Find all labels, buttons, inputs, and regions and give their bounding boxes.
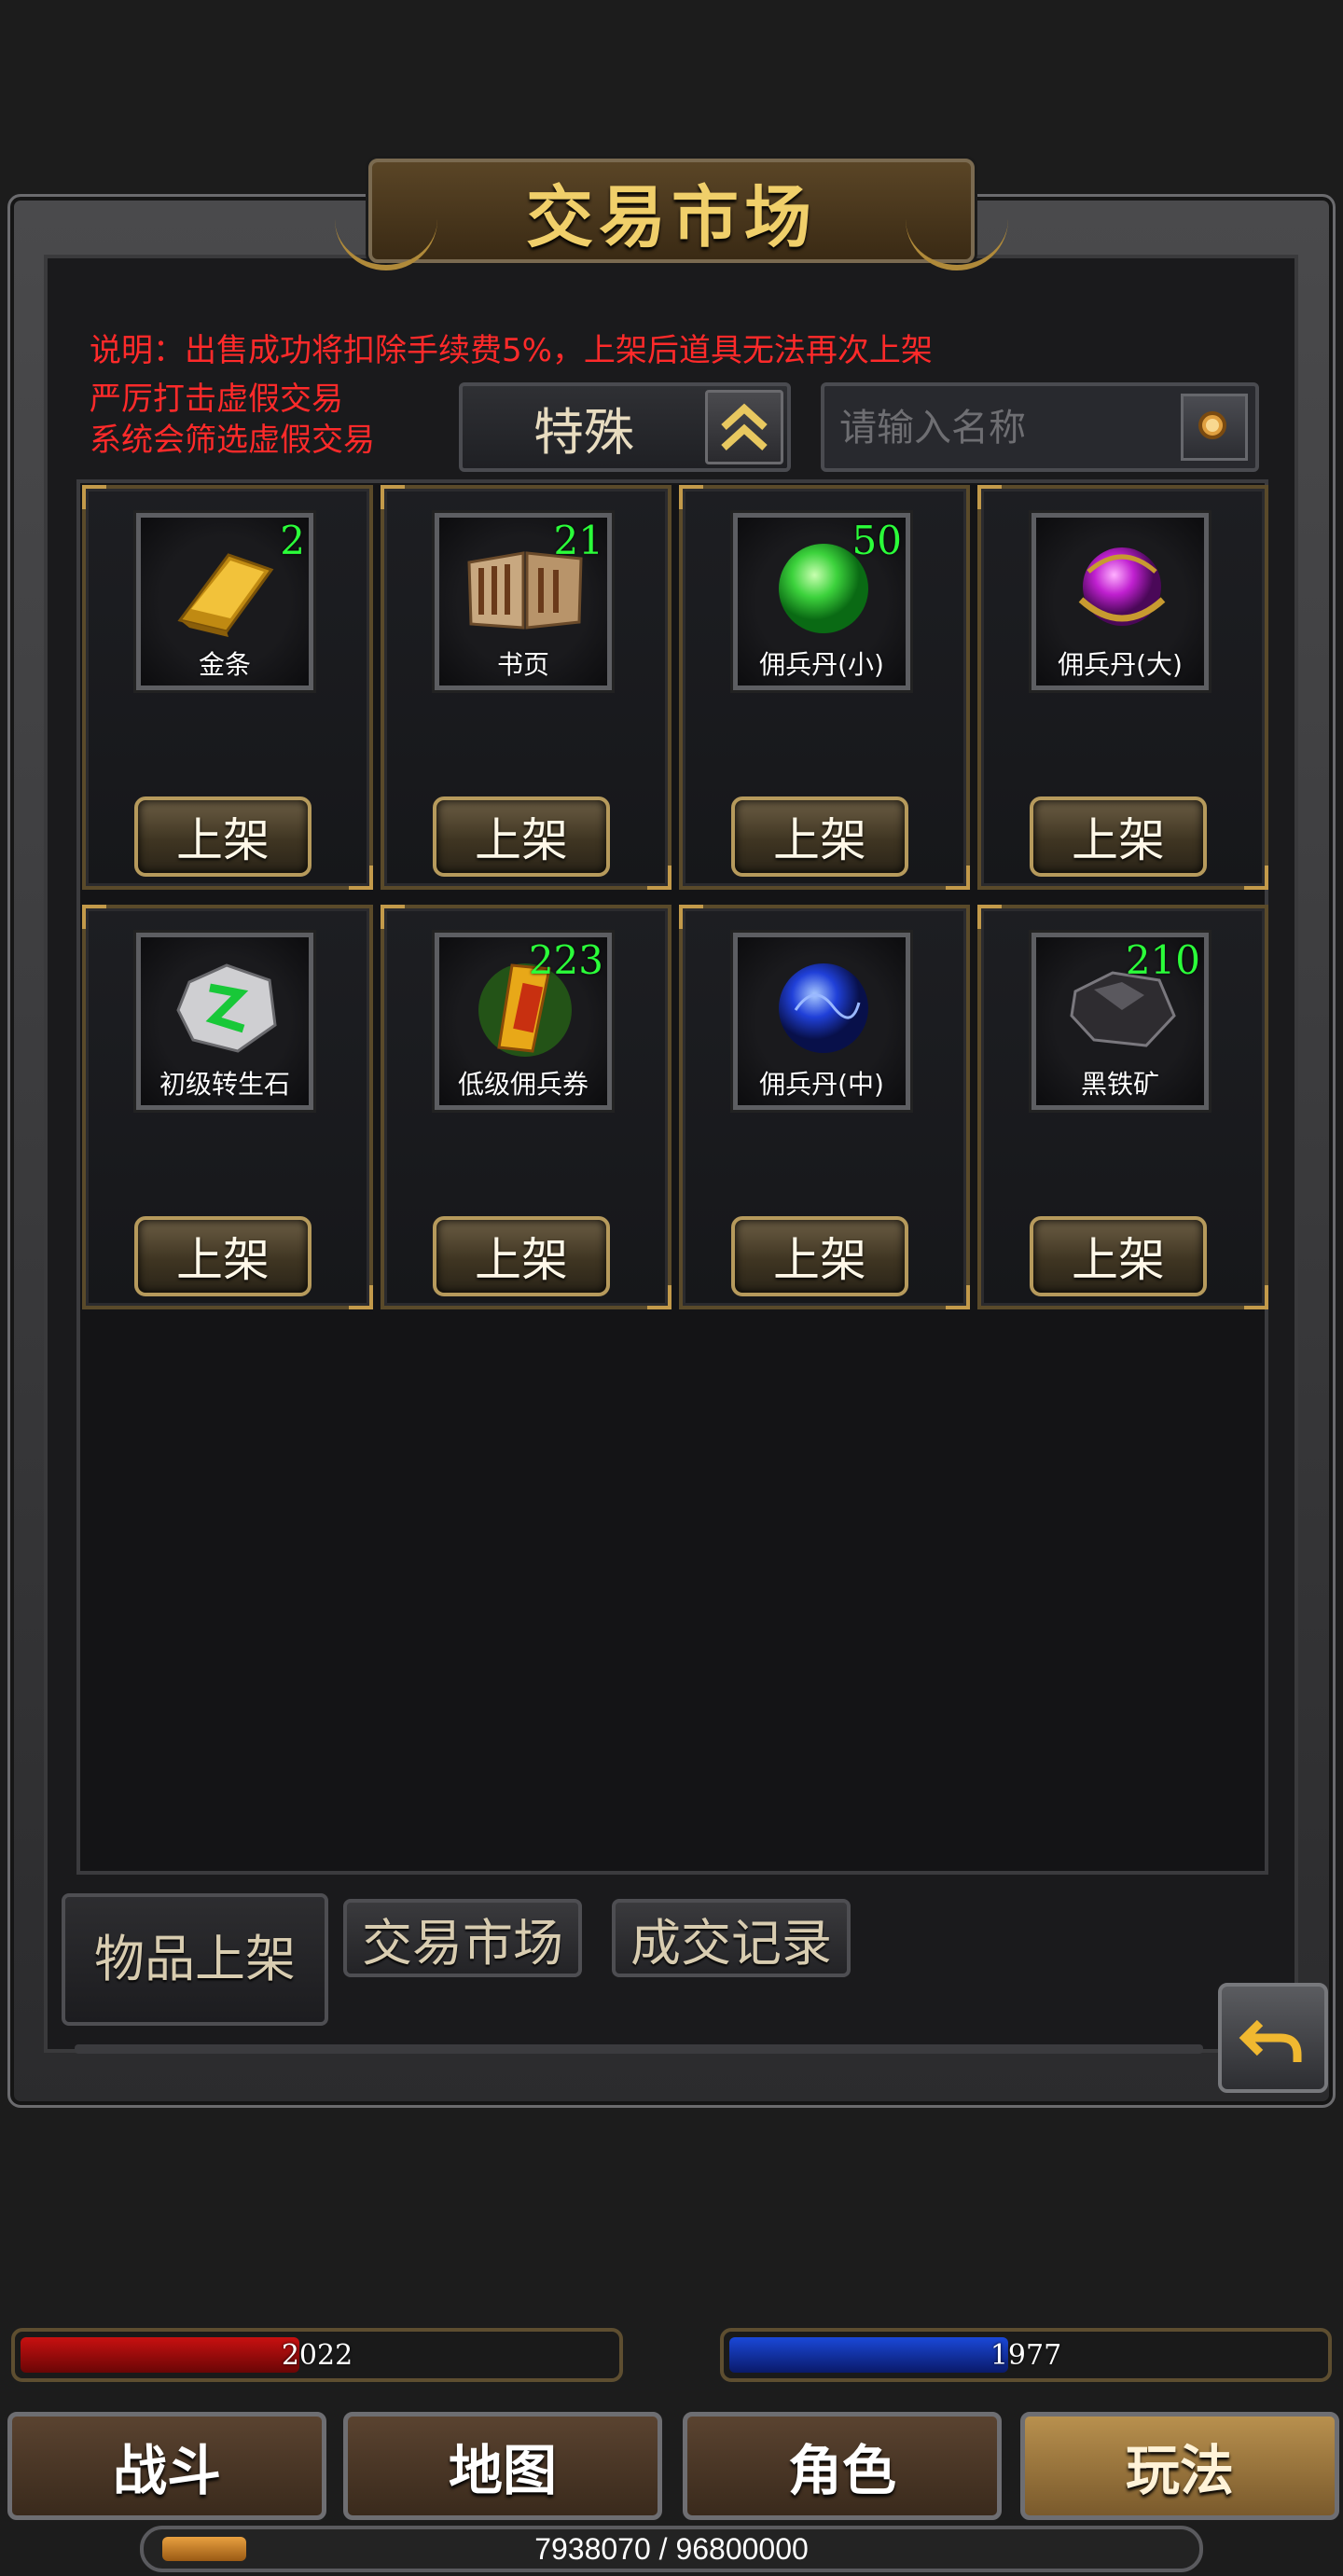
nav-gameplay-button[interactable]: 玩法 — [1020, 2412, 1339, 2520]
item-name: 黑铁矿 — [1080, 1069, 1159, 1100]
notice-warning: 严厉打击虚假交易 — [90, 381, 343, 418]
page-title: 交易市场 — [525, 176, 817, 256]
category-selected-label: 特殊 — [533, 402, 634, 462]
item-card: 佣兵丹(中) 上架 — [679, 905, 970, 1309]
mp-bar: 1977 — [720, 2328, 1332, 2382]
list-item-button[interactable]: 上架 — [731, 1216, 908, 1296]
search-box — [821, 382, 1259, 472]
search-icon — [1198, 411, 1226, 439]
search-button[interactable] — [1181, 394, 1248, 461]
item-name: 金条 — [198, 649, 251, 680]
item-slot[interactable]: 佣兵丹(大) — [1031, 513, 1209, 690]
list-item-button[interactable]: 上架 — [433, 796, 610, 877]
item-slot[interactable]: 初级转生石 — [136, 933, 313, 1110]
nav-map-button[interactable]: 地图 — [343, 2412, 662, 2520]
notice-fee: 说明：出售成功将扣除手续费5%，上架后道具无法再次上架 — [90, 332, 933, 369]
item-slot[interactable]: 21 书页 — [435, 513, 612, 690]
double-chevron-up-icon — [721, 403, 768, 450]
item-name: 佣兵丹(大) — [1058, 649, 1183, 680]
category-toggle-button[interactable] — [705, 390, 783, 464]
hp-bar: 2022 — [11, 2328, 623, 2382]
tab-trade-market[interactable]: 交易市场 — [343, 1899, 582, 1977]
search-input[interactable] — [838, 395, 1168, 461]
list-item-button[interactable]: 上架 — [433, 1216, 610, 1296]
notice-filter: 系统会筛选虚假交易 — [90, 422, 375, 459]
item-quantity: 2 — [280, 518, 305, 563]
item-slot[interactable]: 佣兵丹(中) — [733, 933, 910, 1110]
item-quantity: 223 — [528, 937, 603, 983]
item-card: 初级转生石 上架 — [82, 905, 373, 1309]
item-slot[interactable]: 210 黑铁矿 — [1031, 933, 1209, 1110]
item-card: 210 黑铁矿 上架 — [977, 905, 1268, 1309]
category-dropdown[interactable]: 特殊 — [459, 382, 791, 472]
list-item-button[interactable]: 上架 — [134, 1216, 312, 1296]
back-button[interactable] — [1218, 1983, 1328, 2093]
exp-bar: 7938070 / 96800000 — [140, 2526, 1203, 2572]
hp-value: 2022 — [281, 2338, 353, 2372]
item-card: 21 书页 上架 — [381, 485, 672, 890]
item-quantity: 50 — [851, 518, 902, 563]
tab-list-items[interactable]: 物品上架 — [62, 1893, 328, 2026]
exp-value: 7938070 / 96800000 — [534, 2531, 809, 2566]
item-name: 佣兵丹(小) — [759, 649, 884, 680]
tab-transaction-history[interactable]: 成交记录 — [612, 1899, 851, 1977]
item-name: 书页 — [496, 649, 549, 680]
item-grid: 2 金条 上架 21 书页 上架 50 佣兵丹(小) 上架 佣兵丹(大) 上架 … — [76, 479, 1268, 1875]
item-card: 2 金条 上架 — [82, 485, 373, 890]
item-card: 50 佣兵丹(小) 上架 — [679, 485, 970, 890]
item-slot[interactable]: 223 低级佣兵券 — [435, 933, 612, 1110]
mp-value: 1977 — [990, 2338, 1062, 2372]
item-card: 佣兵丹(大) 上架 — [977, 485, 1268, 890]
title-plate: 交易市场 — [335, 159, 1008, 270]
gold-bar-icon — [177, 553, 274, 637]
return-arrow-icon — [1239, 2019, 1302, 2062]
item-slot[interactable]: 50 佣兵丹(小) — [733, 513, 910, 690]
item-quantity: 210 — [1125, 937, 1200, 983]
blue-orb-icon — [779, 963, 868, 1053]
item-quantity: 21 — [553, 518, 603, 563]
panel-divider — [75, 2044, 1203, 2054]
item-card: 223 低级佣兵券 上架 — [381, 905, 672, 1309]
purple-orb-icon — [1078, 547, 1166, 626]
nav-battle-button[interactable]: 战斗 — [7, 2412, 326, 2520]
rune-stone-icon — [176, 963, 277, 1053]
item-name: 佣兵丹(中) — [759, 1069, 884, 1100]
list-item-button[interactable]: 上架 — [134, 796, 312, 877]
item-name: 低级佣兵券 — [457, 1069, 588, 1100]
list-item-button[interactable]: 上架 — [1030, 1216, 1207, 1296]
list-item-button[interactable]: 上架 — [1030, 796, 1207, 877]
list-item-button[interactable]: 上架 — [731, 796, 908, 877]
item-slot[interactable]: 2 金条 — [136, 513, 313, 690]
nav-character-button[interactable]: 角色 — [683, 2412, 1002, 2520]
item-name: 初级转生石 — [159, 1069, 290, 1100]
